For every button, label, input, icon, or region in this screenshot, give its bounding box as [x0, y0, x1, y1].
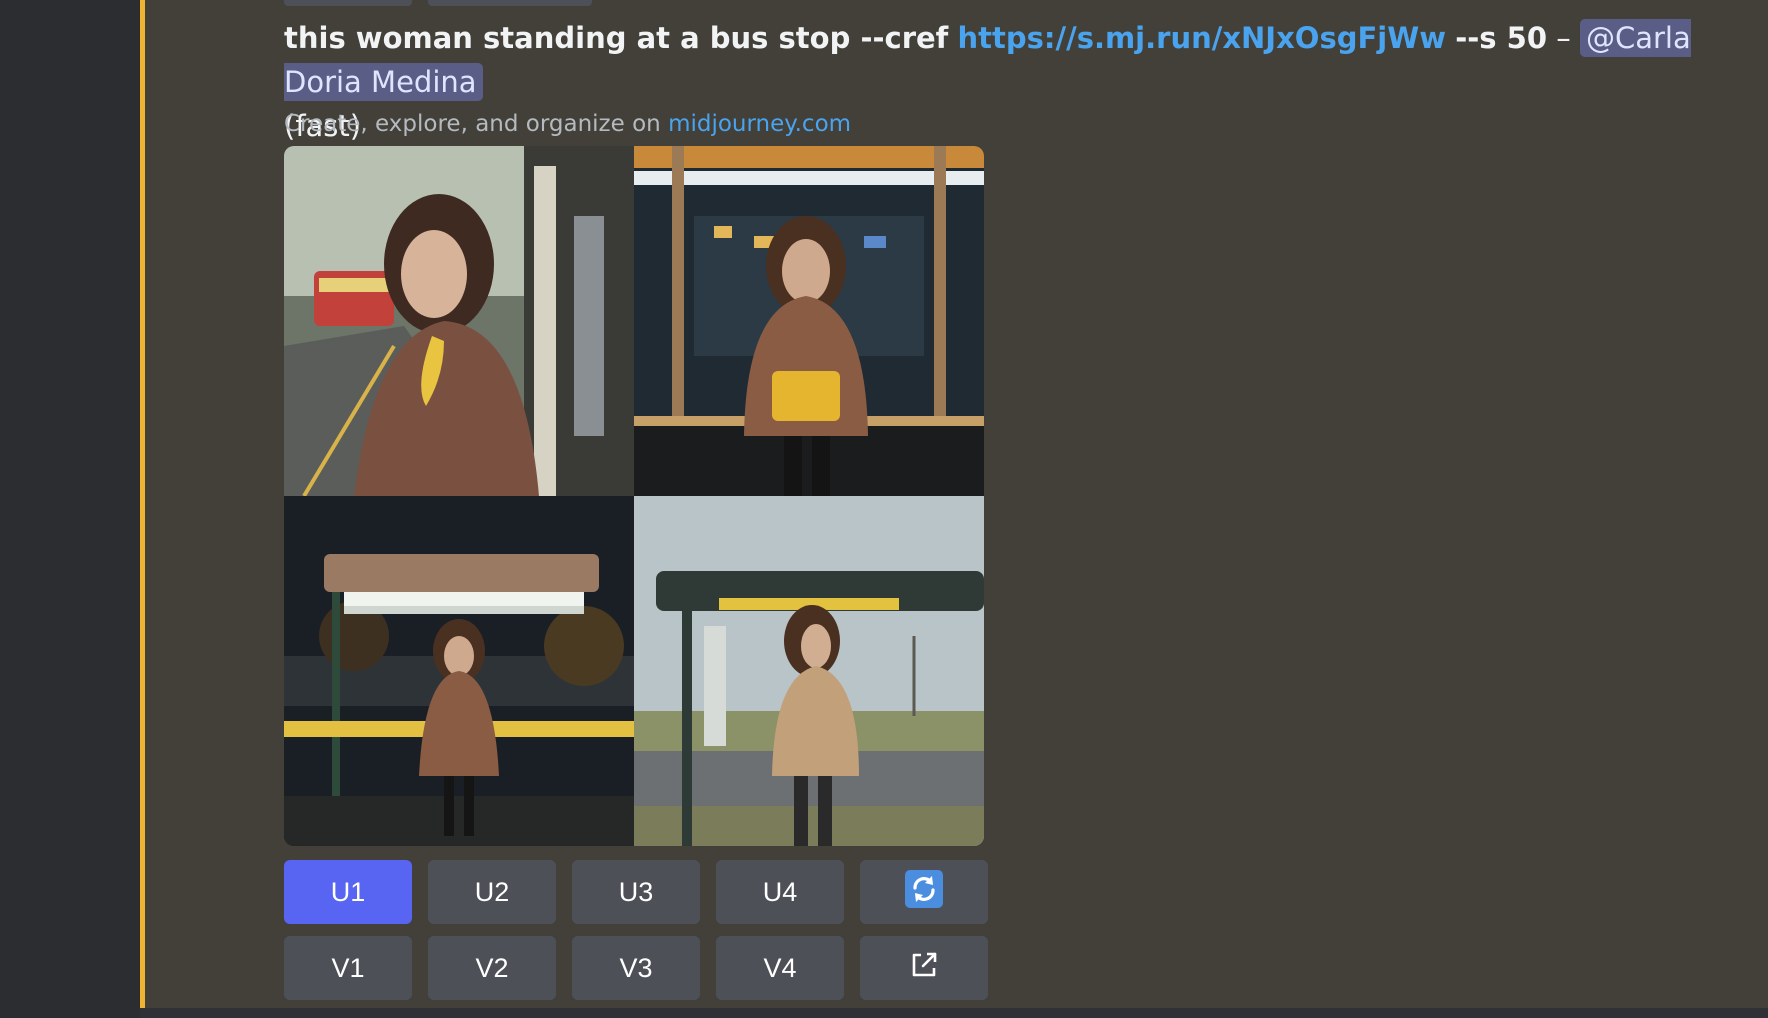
image-1-art [284, 146, 634, 496]
upscale-1-button[interactable]: U1 [284, 860, 412, 924]
upscale-3-button[interactable]: U3 [572, 860, 700, 924]
upscale-2-button[interactable]: U2 [428, 860, 556, 924]
separator: – [1556, 21, 1571, 55]
upscale-4-button[interactable]: U4 [716, 860, 844, 924]
variation-2-button[interactable]: V2 [428, 936, 556, 1000]
image-2-art [634, 146, 984, 496]
variation-4-button[interactable]: V4 [716, 936, 844, 1000]
grid-image-2[interactable] [634, 146, 984, 496]
image-3-art [284, 496, 634, 846]
cref-link[interactable]: https://s.mj.run/xNJxOsgFjWw [958, 21, 1446, 55]
grid-image-3[interactable] [284, 496, 634, 846]
previous-button-stub [428, 0, 592, 6]
prompt-params: --s 50 [1455, 21, 1548, 55]
previous-button-stub [284, 0, 412, 6]
image-4-art [634, 496, 984, 846]
external-link-icon [908, 949, 940, 988]
midjourney-link[interactable]: midjourney.com [668, 111, 851, 137]
message-subtext: Create, explore, and organize on midjour… [284, 109, 851, 139]
left-sidebar [0, 0, 140, 1018]
variation-3-button[interactable]: V3 [572, 936, 700, 1000]
variation-1-button[interactable]: V1 [284, 936, 412, 1000]
prompt-text: this woman standing at a bus stop --cref [284, 21, 949, 55]
bottom-strip [140, 1008, 1768, 1018]
discord-app: this woman standing at a bus stop --cref… [0, 0, 1768, 1018]
open-web-button[interactable] [860, 936, 988, 1000]
subtext-prefix: Create, explore, and organize on [284, 111, 661, 137]
image-grid[interactable] [284, 146, 984, 846]
grid-image-1[interactable] [284, 146, 634, 496]
reroll-icon [905, 869, 943, 915]
reroll-button[interactable] [860, 860, 988, 924]
grid-image-4[interactable] [634, 496, 984, 846]
